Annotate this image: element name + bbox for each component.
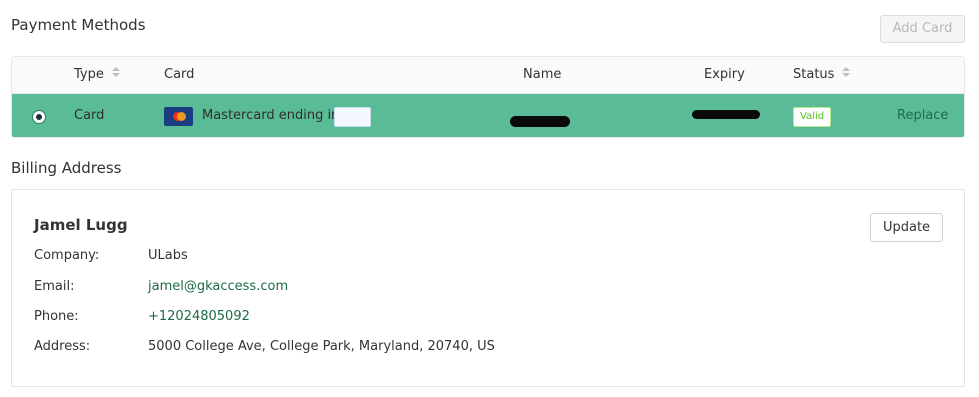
email-label: Email: [34,279,75,294]
table-header: Type Card Name Expiry Status [12,57,964,94]
expiry-redacted [692,110,760,119]
column-header-name: Name [523,67,562,82]
payment-methods-table: Type Card Name Expiry Status Card Master… [11,56,965,138]
add-card-button[interactable]: Add Card [880,15,965,43]
row-type: Card [74,108,105,123]
phone-link[interactable]: +12024805092 [148,309,250,324]
company-value: ULabs [148,248,188,263]
sort-icon[interactable] [111,67,120,79]
column-header-card: Card [164,67,195,82]
billing-address-title: Billing Address [11,159,122,177]
column-header-type[interactable]: Type [74,67,120,82]
row-select-radio[interactable] [32,110,46,124]
status-badge: Valid [793,107,832,127]
phone-label: Phone: [34,309,79,324]
column-header-type-label: Type [74,67,104,82]
address-value: 5000 College Ave, College Park, Maryland… [148,339,495,354]
payment-methods-title: Payment Methods [11,16,146,34]
mastercard-logo-icon [164,107,193,126]
address-label: Address: [34,339,91,354]
column-header-status[interactable]: Status [793,67,851,82]
card-last-digits-redacted [334,107,371,127]
billing-address-card: Jamel Lugg Update Company: ULabs Email: … [11,189,965,387]
sort-icon[interactable] [842,67,851,79]
billing-contact-name: Jamel Lugg [34,216,128,234]
column-header-status-label: Status [793,67,835,82]
name-redacted [510,116,570,127]
table-row[interactable]: Card Mastercard ending in Valid Replace [12,94,964,137]
replace-card-link[interactable]: Replace [897,108,948,123]
column-header-expiry: Expiry [704,67,745,82]
company-label: Company: [34,248,100,263]
email-link[interactable]: jamel@gkaccess.com [148,279,288,294]
update-address-button[interactable]: Update [870,213,943,242]
row-card-label: Mastercard ending in [202,108,340,123]
